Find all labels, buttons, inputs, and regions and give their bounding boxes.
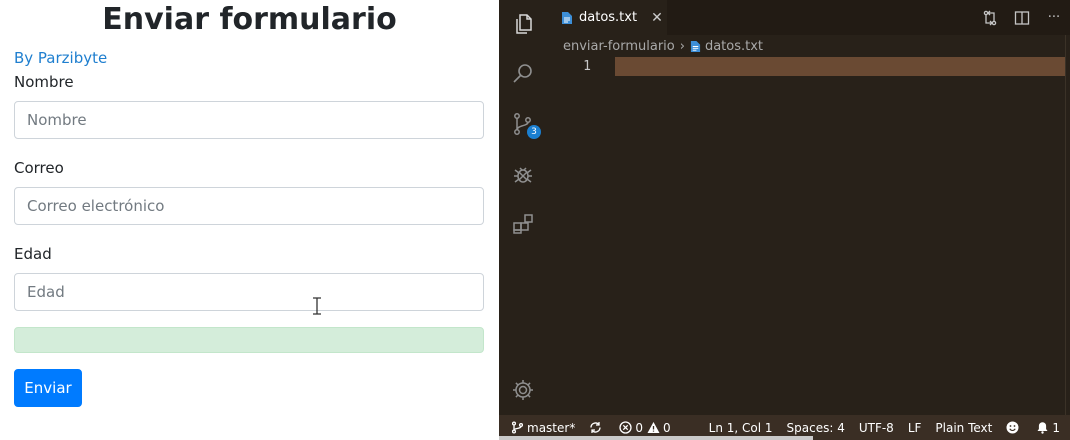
activity-bar: 3	[499, 0, 547, 415]
current-line-highlight[interactable]	[615, 57, 1065, 76]
error-icon	[619, 421, 632, 434]
bell-icon	[1037, 422, 1048, 434]
search-icon	[513, 64, 532, 83]
web-form-pane: Enviar formulario By Parzibyte Nombre Co…	[0, 0, 499, 440]
split-editor-button[interactable]	[1006, 0, 1038, 35]
age-label: Edad	[14, 245, 52, 263]
warning-count: 0	[662, 420, 671, 435]
email-label: Correo	[14, 159, 64, 177]
close-icon[interactable]: ✕	[651, 11, 663, 25]
age-input[interactable]	[14, 273, 484, 311]
split-editor-icon	[1014, 10, 1030, 25]
source-control-badge: 3	[527, 125, 541, 139]
email-input[interactable]	[14, 187, 484, 225]
breadcrumb-folder[interactable]: enviar-formulario	[563, 39, 675, 54]
tab-strip: datos.txt ✕ ···	[547, 0, 1070, 35]
editor-actions: ···	[974, 0, 1070, 35]
compare-changes-button[interactable]	[974, 0, 1006, 35]
extensions-icon	[513, 214, 533, 234]
feedback-button[interactable]	[999, 415, 1029, 440]
compare-changes-icon	[983, 10, 997, 25]
name-input[interactable]	[14, 101, 484, 139]
more-actions-button[interactable]: ···	[1038, 0, 1070, 35]
smiley-icon	[1006, 421, 1019, 434]
gear-icon	[513, 380, 533, 400]
editor-ruler	[1065, 35, 1066, 415]
error-count: 0	[635, 420, 643, 435]
extensions-button[interactable]	[509, 210, 537, 238]
eol-status[interactable]: LF	[901, 415, 929, 440]
notification-count: 1	[1052, 420, 1060, 435]
tab-label: datos.txt	[579, 10, 638, 25]
debug-icon	[514, 167, 532, 183]
horizontal-scrollbar[interactable]	[499, 436, 813, 440]
files-icon	[516, 14, 532, 34]
file-icon	[562, 11, 572, 24]
encoding-status[interactable]: UTF-8	[852, 415, 901, 440]
explorer-button[interactable]	[509, 10, 537, 38]
search-button[interactable]	[509, 60, 537, 88]
author-link[interactable]: By Parzibyte	[14, 48, 107, 68]
success-alert	[14, 327, 484, 353]
warning-icon	[647, 422, 660, 433]
notifications-button[interactable]: 1	[1029, 415, 1070, 440]
file-icon	[690, 40, 701, 52]
branch-icon	[511, 421, 524, 434]
language-mode[interactable]: Plain Text	[928, 415, 999, 440]
more-icon: ···	[1047, 10, 1061, 25]
name-label: Nombre	[14, 73, 74, 91]
sync-icon	[590, 422, 601, 433]
code-editor: 3 datos.txt ✕ ··· enviar-formulario › da…	[499, 0, 1070, 440]
chevron-right-icon: ›	[679, 38, 685, 54]
branch-name: master*	[527, 420, 576, 435]
debug-button[interactable]	[509, 160, 537, 188]
breadcrumb-file[interactable]: datos.txt	[705, 39, 763, 54]
breadcrumb: enviar-formulario › datos.txt	[563, 35, 763, 57]
submit-button[interactable]: Enviar	[14, 369, 82, 407]
form-title: Enviar formulario	[102, 2, 397, 37]
text-cursor-icon	[313, 297, 321, 315]
tab-datos-txt[interactable]: datos.txt ✕	[547, 0, 667, 35]
line-number: 1	[583, 59, 591, 74]
settings-button[interactable]	[509, 376, 537, 404]
